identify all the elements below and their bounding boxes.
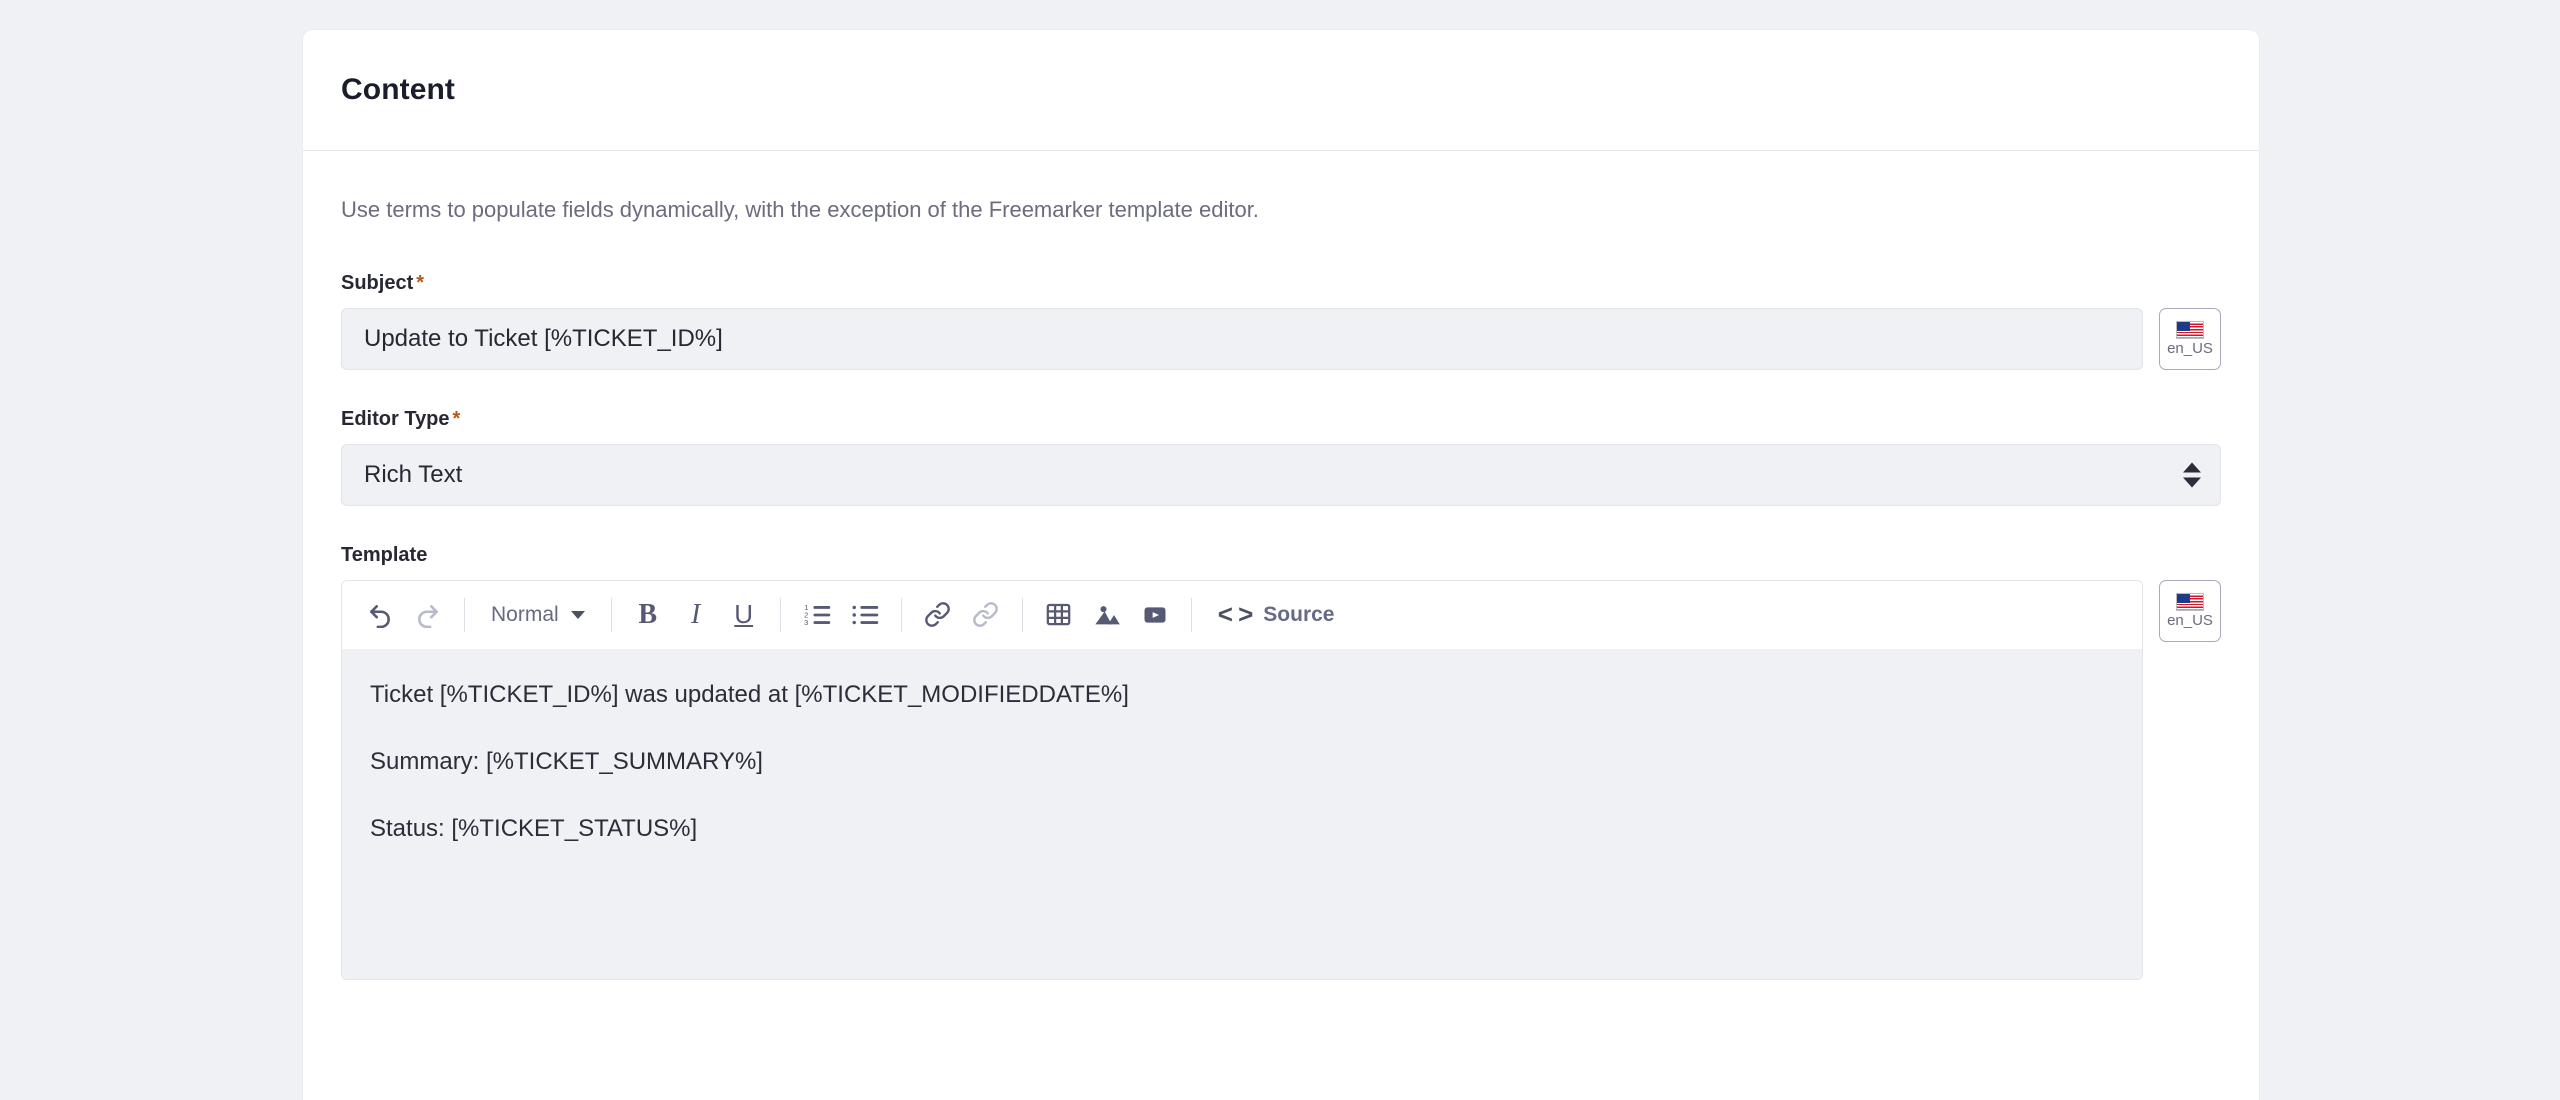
subject-row: en_US [341,307,2221,370]
ordered-list-icon[interactable]: 1 2 3 [793,591,841,639]
toolbar-divider [779,597,781,632]
field-editor-type: Editor Type * Rich Text [341,408,2221,506]
toolbar-divider [610,597,612,632]
help-text: Use terms to populate fields dynamically… [341,197,1259,222]
unlink-icon[interactable] [962,591,1010,639]
required-marker: * [416,271,425,294]
toolbar-divider [464,597,465,632]
content-card: Content Use terms to populate fields dyn… [303,30,2259,1100]
chevron-down-icon [570,610,585,619]
underline-icon[interactable]: U [720,591,768,639]
undo-icon[interactable] [356,591,404,639]
italic-glyph: I [691,598,701,630]
card-body: Use terms to populate fields dynamically… [303,151,2259,980]
image-icon[interactable] [1083,591,1131,639]
bold-glyph: B [638,598,658,630]
us-flag-icon [2176,321,2204,340]
italic-icon[interactable]: I [672,591,720,639]
toolbar-divider [1190,597,1192,632]
code-icon: < > [1217,599,1254,630]
editor-type-value: Rich Text [364,460,463,488]
template-locale-button[interactable]: en_US [2159,579,2221,642]
video-icon[interactable] [1131,591,1179,639]
subject-label: Subject * [341,272,2221,295]
page-title: Content [341,73,456,106]
editor-paragraph: Status: [%TICKET_STATUS%] [370,815,698,843]
toolbar-divider [900,597,902,632]
paragraph-style-dropdown[interactable]: Normal [477,591,599,639]
us-flag-icon [2176,593,2204,612]
underline-glyph: U [734,599,754,630]
template-locale-label: en_US [2167,612,2213,630]
bold-icon[interactable]: B [624,591,672,639]
source-label: Source [1263,602,1335,626]
paragraph-style-value: Normal [491,602,559,626]
subject-label-text: Subject [341,271,414,294]
editor-type-select-wrapper[interactable]: Rich Text [341,443,2221,506]
subject-input[interactable] [341,307,2143,370]
svg-text:3: 3 [804,618,808,627]
select-stepper-icon [2183,462,2201,488]
template-label: Template [341,543,428,566]
required-marker: * [452,407,461,430]
bullet-list-icon[interactable] [841,591,889,639]
rich-text-editor: Normal B I U 1 2 3 < > Source Ticket [%T… [341,579,2143,980]
card-header: Content [303,30,2259,151]
toolbar-divider [1021,597,1023,632]
subject-locale-button[interactable]: en_US [2159,307,2221,370]
field-subject: Subject* en_US [341,272,2221,370]
editor-type-select[interactable]: Rich Text [341,443,2221,506]
editor-paragraph: Ticket [%TICKET_ID%] was updated at [%TI… [370,680,1129,708]
page-root: Content Use terms to populate fields dyn… [0,0,2560,1100]
editor-type-row: Rich Text [341,443,2221,506]
redo-icon[interactable] [404,591,452,639]
subject-locale-label: en_US [2167,340,2213,358]
field-template: Template Normal B I U 1 2 3 < > Source T… [341,544,2221,980]
source-button[interactable]: < > Source [1204,591,1349,639]
editor-toolbar: Normal B I U 1 2 3 < > Source [342,580,2142,649]
template-editor-row: Normal B I U 1 2 3 < > Source Ticket [%T… [341,579,2221,980]
link-icon[interactable] [914,591,962,639]
editor-type-label: Editor Type * [341,408,2221,431]
editor-paragraph: Summary: [%TICKET_SUMMARY%] [370,747,763,775]
editor-type-label-text: Editor Type [341,407,450,430]
editor-content-area[interactable]: Ticket [%TICKET_ID%] was updated at [%TI… [342,648,2142,979]
table-icon[interactable] [1035,591,1083,639]
